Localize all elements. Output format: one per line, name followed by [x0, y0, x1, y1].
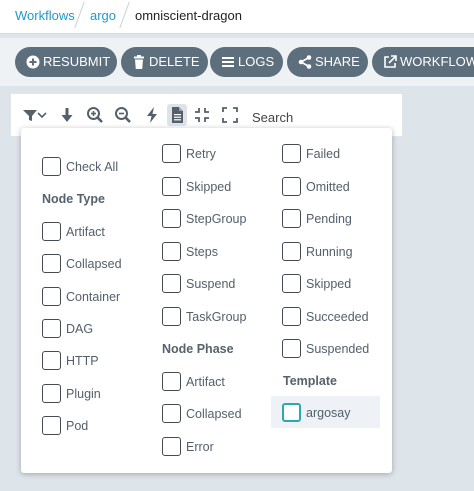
bolt-icon [147, 107, 157, 123]
checkbox-label: StepGroup [186, 212, 247, 226]
workflow-link-label: WORKFLOW L [400, 54, 474, 69]
checkbox-label: Retry [186, 147, 216, 161]
checkbox-label: Collapsed [186, 407, 242, 421]
resubmit-button[interactable]: RESUBMIT [15, 47, 117, 77]
logs-button[interactable]: LOGS [210, 47, 283, 77]
checkbox-label: Skipped [306, 277, 352, 291]
checkbox-label: TaskGroup [186, 310, 247, 324]
checkbox[interactable] [162, 177, 181, 196]
checkbox[interactable] [162, 437, 181, 456]
download-button[interactable] [57, 104, 77, 126]
delete-label: DELETE [149, 54, 200, 69]
delete-button[interactable]: DELETE [121, 47, 208, 77]
filter-dropdown: Check All Node Type Artifact Collapsed C… [21, 128, 392, 473]
zoom-out-icon [115, 107, 131, 123]
template-heading: Template [283, 374, 337, 388]
workflow-link-button[interactable]: WORKFLOW L [372, 47, 474, 77]
node-type-heading: Node Type [42, 192, 105, 206]
share-button[interactable]: SHARE [287, 47, 368, 77]
file-view-button[interactable] [167, 104, 187, 126]
checkbox-label: Steps [186, 245, 218, 259]
breadcrumb-current: omniscient-dragon [135, 8, 242, 23]
checkbox[interactable] [282, 177, 301, 196]
checkbox-label: Running [306, 245, 353, 259]
checkbox[interactable] [42, 351, 61, 370]
filter-icon [23, 110, 47, 121]
checkbox[interactable] [162, 242, 181, 261]
fast-render-button[interactable] [142, 104, 162, 126]
checkbox[interactable] [42, 254, 61, 273]
resubmit-label: RESUBMIT [43, 54, 111, 69]
list-icon [222, 57, 234, 67]
expand-icon [222, 107, 238, 123]
checkbox-label: Suspend [186, 277, 236, 291]
checkbox[interactable] [42, 157, 61, 176]
filter-dropdown-toggle[interactable] [22, 104, 48, 126]
checkbox[interactable] [162, 209, 181, 228]
checkbox-label: Error [186, 440, 214, 454]
checkbox-label: Artifact [186, 375, 225, 389]
zoom-in-icon [87, 107, 103, 123]
share-icon [298, 55, 312, 69]
checkbox[interactable] [162, 307, 181, 326]
checkbox[interactable] [282, 242, 301, 261]
checkbox-label: HTTP [66, 354, 99, 368]
checkbox-label: Collapsed [66, 257, 122, 271]
logs-label: LOGS [238, 54, 275, 69]
checkbox[interactable] [282, 339, 301, 358]
collapse-button[interactable] [192, 104, 212, 126]
checkbox[interactable] [282, 403, 301, 422]
checkbox[interactable] [162, 372, 181, 391]
checkbox[interactable] [282, 209, 301, 228]
fullscreen-button[interactable] [220, 104, 240, 126]
checkbox[interactable] [42, 319, 61, 338]
checkbox-label: Pod [66, 419, 89, 433]
checkbox-label: Plugin [66, 387, 101, 401]
checkbox[interactable] [282, 307, 301, 326]
checkbox[interactable] [42, 384, 61, 403]
compress-icon [195, 108, 209, 122]
checkbox[interactable] [42, 416, 61, 435]
checkbox[interactable] [162, 404, 181, 423]
checkbox[interactable] [282, 144, 301, 163]
checkbox-label: Succeeded [306, 310, 369, 324]
checkbox[interactable] [42, 287, 61, 306]
checkbox-label: Suspended [306, 342, 370, 356]
search-input[interactable] [252, 108, 372, 126]
zoom-in-button[interactable] [85, 104, 105, 126]
checkbox-label: Artifact [66, 225, 105, 239]
checkbox-label: DAG [66, 322, 94, 336]
checkbox-label: Pending [306, 212, 352, 226]
checkbox[interactable] [42, 222, 61, 241]
plus-circle-icon [26, 55, 40, 69]
trash-icon [134, 55, 144, 69]
external-link-icon [384, 55, 397, 68]
zoom-out-button[interactable] [113, 104, 133, 126]
checkbox-label: Omitted [306, 180, 350, 194]
checkbox-label: Skipped [186, 180, 232, 194]
checkbox[interactable] [282, 274, 301, 293]
breadcrumb-workflows-link[interactable]: Workflows [15, 8, 75, 24]
checkbox-label: Failed [306, 147, 341, 161]
share-label: SHARE [315, 54, 360, 69]
checkbox-label: Check All [66, 160, 119, 174]
checkbox[interactable] [162, 144, 181, 163]
breadcrumb-namespace-link[interactable]: argo [90, 8, 116, 24]
node-phase-heading: Node Phase [162, 342, 234, 356]
arrow-down-icon [61, 108, 73, 122]
checkbox[interactable] [162, 274, 181, 293]
checkbox-label: argosay [306, 406, 351, 420]
file-icon [172, 107, 183, 123]
checkbox-label: Container [66, 290, 121, 304]
